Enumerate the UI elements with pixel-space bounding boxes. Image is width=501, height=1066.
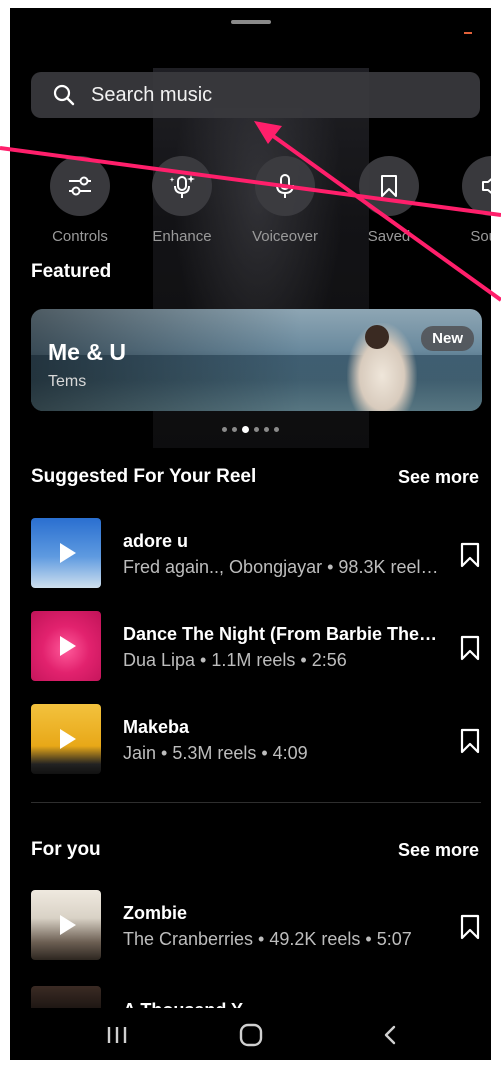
- page-dot: [264, 426, 269, 432]
- tool-sound[interactable]: Sound: [447, 156, 491, 245]
- recents-icon[interactable]: [97, 1022, 137, 1048]
- track-row[interactable]: Dance The Night (From Barbie The… Dua Li…: [31, 611, 491, 683]
- track-row[interactable]: adore u Fred again.., Obongjayar • 98.3K…: [31, 518, 491, 590]
- page-dot: [232, 426, 237, 432]
- tool-label: Saved: [367, 228, 411, 245]
- card-artwork: [347, 323, 417, 411]
- bookmark-icon[interactable]: [457, 912, 483, 942]
- bookmark-icon[interactable]: [457, 633, 483, 663]
- tool-label: Voiceover: [252, 228, 318, 245]
- play-icon[interactable]: [60, 729, 76, 749]
- featured-artist: Tems: [48, 373, 87, 390]
- featured-card[interactable]: Me & U Tems New: [31, 309, 482, 411]
- play-icon[interactable]: [60, 543, 76, 563]
- featured-title: Featured: [31, 261, 112, 282]
- track-meta: Jain • 5.3M reels • 4:09: [123, 743, 308, 763]
- search-bar[interactable]: Search music: [31, 72, 480, 118]
- tool-row: Controls Enhance Voiceover Saved So: [10, 156, 491, 252]
- track-meta: Dua Lipa • 1.1M reels • 2:56: [123, 650, 347, 670]
- tool-label: Enhance: [152, 228, 212, 245]
- music-picker-sheet: Search music Controls Enhance Voiceover …: [10, 8, 491, 1060]
- track-meta: Fred again.., Obongjayar • 98.3K reel…: [123, 557, 439, 577]
- suggested-see-more-link[interactable]: See more: [398, 467, 479, 488]
- page-dot: [254, 426, 259, 432]
- tool-controls[interactable]: Controls: [35, 156, 125, 245]
- bookmark-icon: [359, 156, 419, 216]
- home-icon[interactable]: [231, 1022, 271, 1048]
- tool-voiceover[interactable]: Voiceover: [240, 156, 330, 245]
- back-icon[interactable]: [370, 1022, 410, 1048]
- bookmark-icon[interactable]: [457, 540, 483, 570]
- sparkle-mic-icon: [152, 156, 212, 216]
- album-cover: [31, 518, 101, 588]
- for-you-title: For you: [31, 839, 101, 860]
- new-badge: New: [421, 326, 474, 351]
- page-dot-active: [242, 425, 249, 433]
- system-navigation-bar: [10, 1008, 491, 1060]
- track-title: adore u: [123, 531, 189, 551]
- suggested-title: Suggested For Your Reel: [31, 466, 257, 487]
- page-dot: [222, 426, 227, 432]
- track-title: Zombie: [123, 903, 188, 923]
- tool-label: Sound: [470, 228, 491, 245]
- microphone-icon: [255, 156, 315, 216]
- status-dash: [464, 32, 472, 34]
- play-icon[interactable]: [60, 915, 76, 935]
- section-divider: [31, 802, 481, 803]
- track-row[interactable]: Zombie The Cranberries • 49.2K reels • 5…: [31, 890, 491, 962]
- track-title: Makeba: [123, 717, 190, 737]
- sheet-drag-handle[interactable]: [231, 20, 271, 24]
- bookmark-icon[interactable]: [457, 726, 483, 756]
- tool-saved[interactable]: Saved: [344, 156, 434, 245]
- for-you-see-more-link[interactable]: See more: [398, 840, 479, 861]
- track-row[interactable]: Makeba Jain • 5.3M reels • 4:09: [31, 704, 491, 776]
- sliders-icon: [50, 156, 110, 216]
- album-cover: [31, 611, 101, 681]
- track-title: Dance The Night (From Barbie The…: [123, 624, 438, 644]
- page-dot: [274, 426, 279, 432]
- track-meta: The Cranberries • 49.2K reels • 5:07: [123, 929, 412, 949]
- search-icon: [51, 82, 77, 108]
- play-icon[interactable]: [60, 636, 76, 656]
- album-cover: [31, 986, 101, 1010]
- featured-song-title: Me & U: [48, 339, 126, 365]
- search-input[interactable]: Search music: [91, 84, 212, 107]
- speaker-icon: [462, 156, 491, 216]
- tool-enhance[interactable]: Enhance: [137, 156, 227, 245]
- tool-label: Controls: [52, 228, 108, 245]
- album-cover: [31, 890, 101, 960]
- album-cover: [31, 704, 101, 774]
- carousel-pagination: [222, 425, 279, 433]
- track-row-partial[interactable]: A Thousand Y…: [31, 986, 481, 1010]
